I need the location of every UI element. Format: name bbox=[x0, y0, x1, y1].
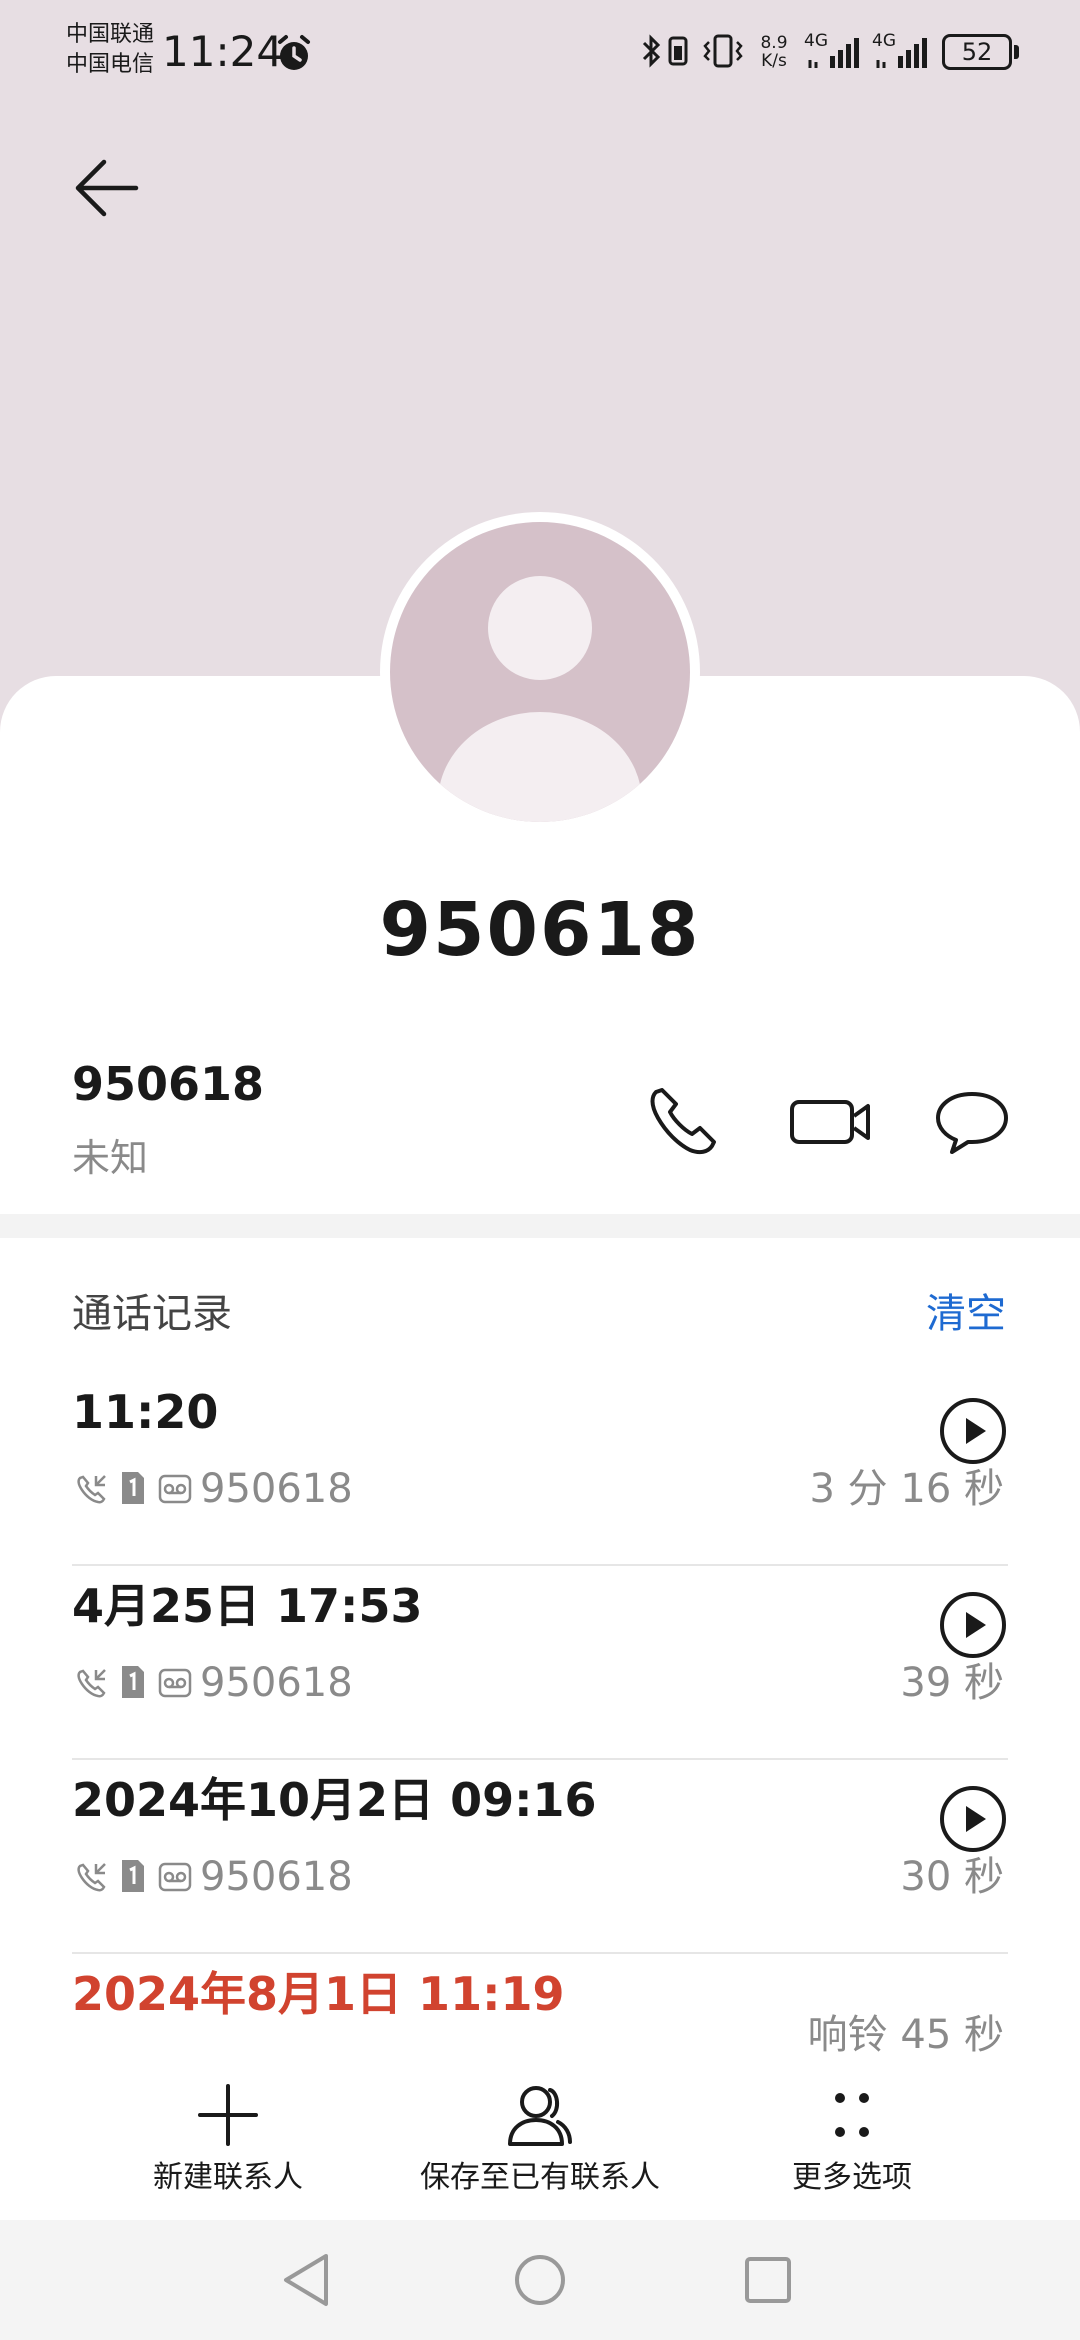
call-log-entry[interactable]: 4月25日 17:53 950618 39 秒 bbox=[72, 1566, 1008, 1760]
call-number: 950618 bbox=[200, 1854, 353, 1900]
new-contact-button[interactable]: 新建联系人 bbox=[78, 2058, 378, 2218]
nav-recents-icon[interactable] bbox=[730, 2242, 806, 2318]
save-to-existing-label: 保存至已有联系人 bbox=[420, 2160, 660, 2195]
play-recording-button[interactable] bbox=[938, 1784, 1008, 1854]
net-speed-unit: K/s bbox=[761, 51, 787, 71]
call-duration: 3 分 16 秒 bbox=[809, 1466, 1005, 1512]
sim-1-icon bbox=[122, 1472, 144, 1504]
recording-icon bbox=[158, 1474, 192, 1504]
incoming-call-icon bbox=[77, 1475, 106, 1504]
avatar-head bbox=[488, 576, 592, 680]
more-options-button[interactable]: 更多选项 bbox=[702, 2058, 1002, 2218]
recording-icon bbox=[158, 1668, 192, 1698]
signal-1-icon bbox=[808, 38, 859, 68]
nav-back-icon[interactable] bbox=[270, 2242, 346, 2318]
carrier-info: 中国联通 中国电信 bbox=[66, 20, 154, 80]
battery-indicator: 52 bbox=[942, 34, 1012, 70]
call-log-title: 通话记录 bbox=[72, 1291, 232, 1337]
status-time: 11:24 bbox=[162, 27, 284, 76]
call-time: 2024年8月1日 11:19 bbox=[72, 1967, 565, 2021]
new-contact-label: 新建联系人 bbox=[153, 2160, 303, 2195]
carrier-2: 中国电信 bbox=[66, 52, 155, 77]
call-duration: 30 秒 bbox=[900, 1854, 1004, 1900]
bottom-toolbar: 新建联系人 保存至已有联系人 更多选项 bbox=[0, 2058, 1080, 2218]
alarm-icon bbox=[278, 35, 310, 70]
back-button[interactable] bbox=[60, 150, 160, 230]
call-duration: 39 秒 bbox=[900, 1660, 1004, 1706]
contact-number: 950618 bbox=[72, 1057, 265, 1111]
page-title: 950618 bbox=[379, 887, 701, 973]
call-log-entry[interactable]: 2024年10月2日 09:16 950618 30 秒 bbox=[72, 1760, 1008, 1954]
signal-2-icon bbox=[876, 38, 927, 68]
plus-icon bbox=[198, 2084, 258, 2146]
avatar-body bbox=[438, 712, 642, 822]
contacts-icon bbox=[508, 2086, 572, 2146]
sim-1-icon bbox=[122, 1666, 144, 1698]
bluetooth-icon bbox=[642, 34, 661, 68]
vibrate-icon bbox=[703, 34, 743, 68]
incoming-call-icon bbox=[77, 1863, 106, 1892]
more-dots-icon bbox=[835, 2093, 869, 2137]
network-speed: 8.9 K/s bbox=[754, 34, 794, 70]
incoming-call-icon bbox=[77, 1669, 106, 1698]
call-time: 2024年10月2日 09:16 bbox=[72, 1773, 597, 1827]
call-log-entry-missed[interactable]: 2024年8月1日 11:19 响铃 45 秒 bbox=[72, 1954, 1008, 2058]
call-meta: 950618 bbox=[72, 1850, 472, 1904]
play-recording-button[interactable] bbox=[938, 1590, 1008, 1660]
battery-tip bbox=[1014, 45, 1019, 59]
contact-location-label: 未知 bbox=[72, 1136, 149, 1180]
carrier-1: 中国联通 bbox=[66, 22, 155, 47]
recording-icon bbox=[158, 1862, 192, 1892]
clear-call-log-button[interactable]: 清空 bbox=[926, 1286, 1006, 1342]
call-log-entry[interactable]: 11:20 950618 3 分 16 秒 bbox=[72, 1372, 1008, 1566]
section-divider bbox=[0, 1214, 1080, 1238]
call-meta: 950618 bbox=[72, 1462, 472, 1516]
system-nav-bar bbox=[0, 2220, 1080, 2340]
call-number: 950618 bbox=[200, 1466, 353, 1512]
save-to-existing-button[interactable]: 保存至已有联系人 bbox=[390, 2058, 690, 2218]
nav-home-icon[interactable] bbox=[502, 2242, 578, 2318]
call-time: 4月25日 17:53 bbox=[72, 1579, 423, 1633]
avatar[interactable] bbox=[390, 522, 690, 822]
sim-1-icon bbox=[122, 1860, 144, 1892]
video-call-button[interactable] bbox=[782, 1070, 882, 1170]
call-time: 11:20 bbox=[72, 1385, 219, 1439]
net-speed-value: 8.9 bbox=[760, 33, 788, 53]
call-duration: 响铃 45 秒 bbox=[807, 2012, 1004, 2058]
more-options-label: 更多选项 bbox=[792, 2160, 912, 2195]
call-meta: 950618 bbox=[72, 1656, 472, 1710]
call-button[interactable] bbox=[634, 1070, 734, 1170]
battery-saver-icon bbox=[668, 36, 688, 66]
call-number: 950618 bbox=[200, 1660, 353, 1706]
play-recording-button[interactable] bbox=[938, 1396, 1008, 1466]
message-button[interactable] bbox=[922, 1070, 1022, 1170]
status-bar: 中国联通 中国电信 11:24 8.9 K/s 4G 4G 52 bbox=[0, 0, 1080, 105]
status-icons: 8.9 K/s 4G 4G 52 bbox=[638, 28, 1019, 78]
